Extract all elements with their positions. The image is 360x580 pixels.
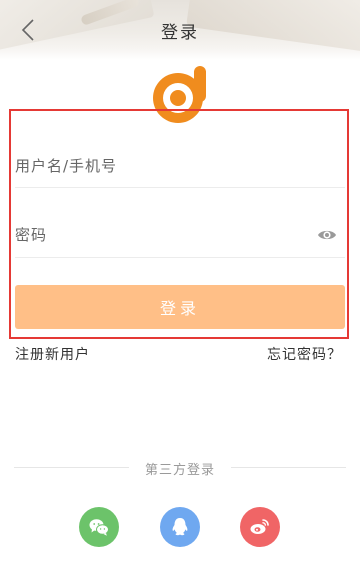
weibo-login-button[interactable]: [240, 507, 280, 547]
third-party-label: 第三方登录: [144, 463, 215, 478]
divider: [15, 187, 345, 188]
forgot-password-link[interactable]: 忘记密码？: [267, 344, 342, 364]
qq-icon: [172, 518, 188, 536]
login-button[interactable]: 登录: [15, 285, 345, 329]
username-input[interactable]: [15, 157, 295, 175]
password-input[interactable]: [15, 226, 295, 244]
divider: [231, 467, 346, 468]
header: 登录: [0, 0, 360, 60]
username-field-row: [15, 146, 345, 186]
password-field-row: [15, 215, 345, 255]
register-link[interactable]: 注册新用户: [15, 344, 90, 364]
divider: [15, 257, 345, 258]
login-screen: 登录 登录 注册新用户 忘记密码？ 第三方登录: [0, 0, 360, 580]
login-form: 登录: [9, 109, 349, 339]
wechat-login-button[interactable]: [79, 507, 119, 547]
divider: [14, 467, 129, 468]
weibo-icon: [250, 519, 269, 534]
qq-login-button[interactable]: [160, 507, 200, 547]
wechat-icon: [89, 519, 109, 536]
page-title: 登录: [161, 23, 199, 43]
eye-icon[interactable]: [317, 225, 337, 245]
